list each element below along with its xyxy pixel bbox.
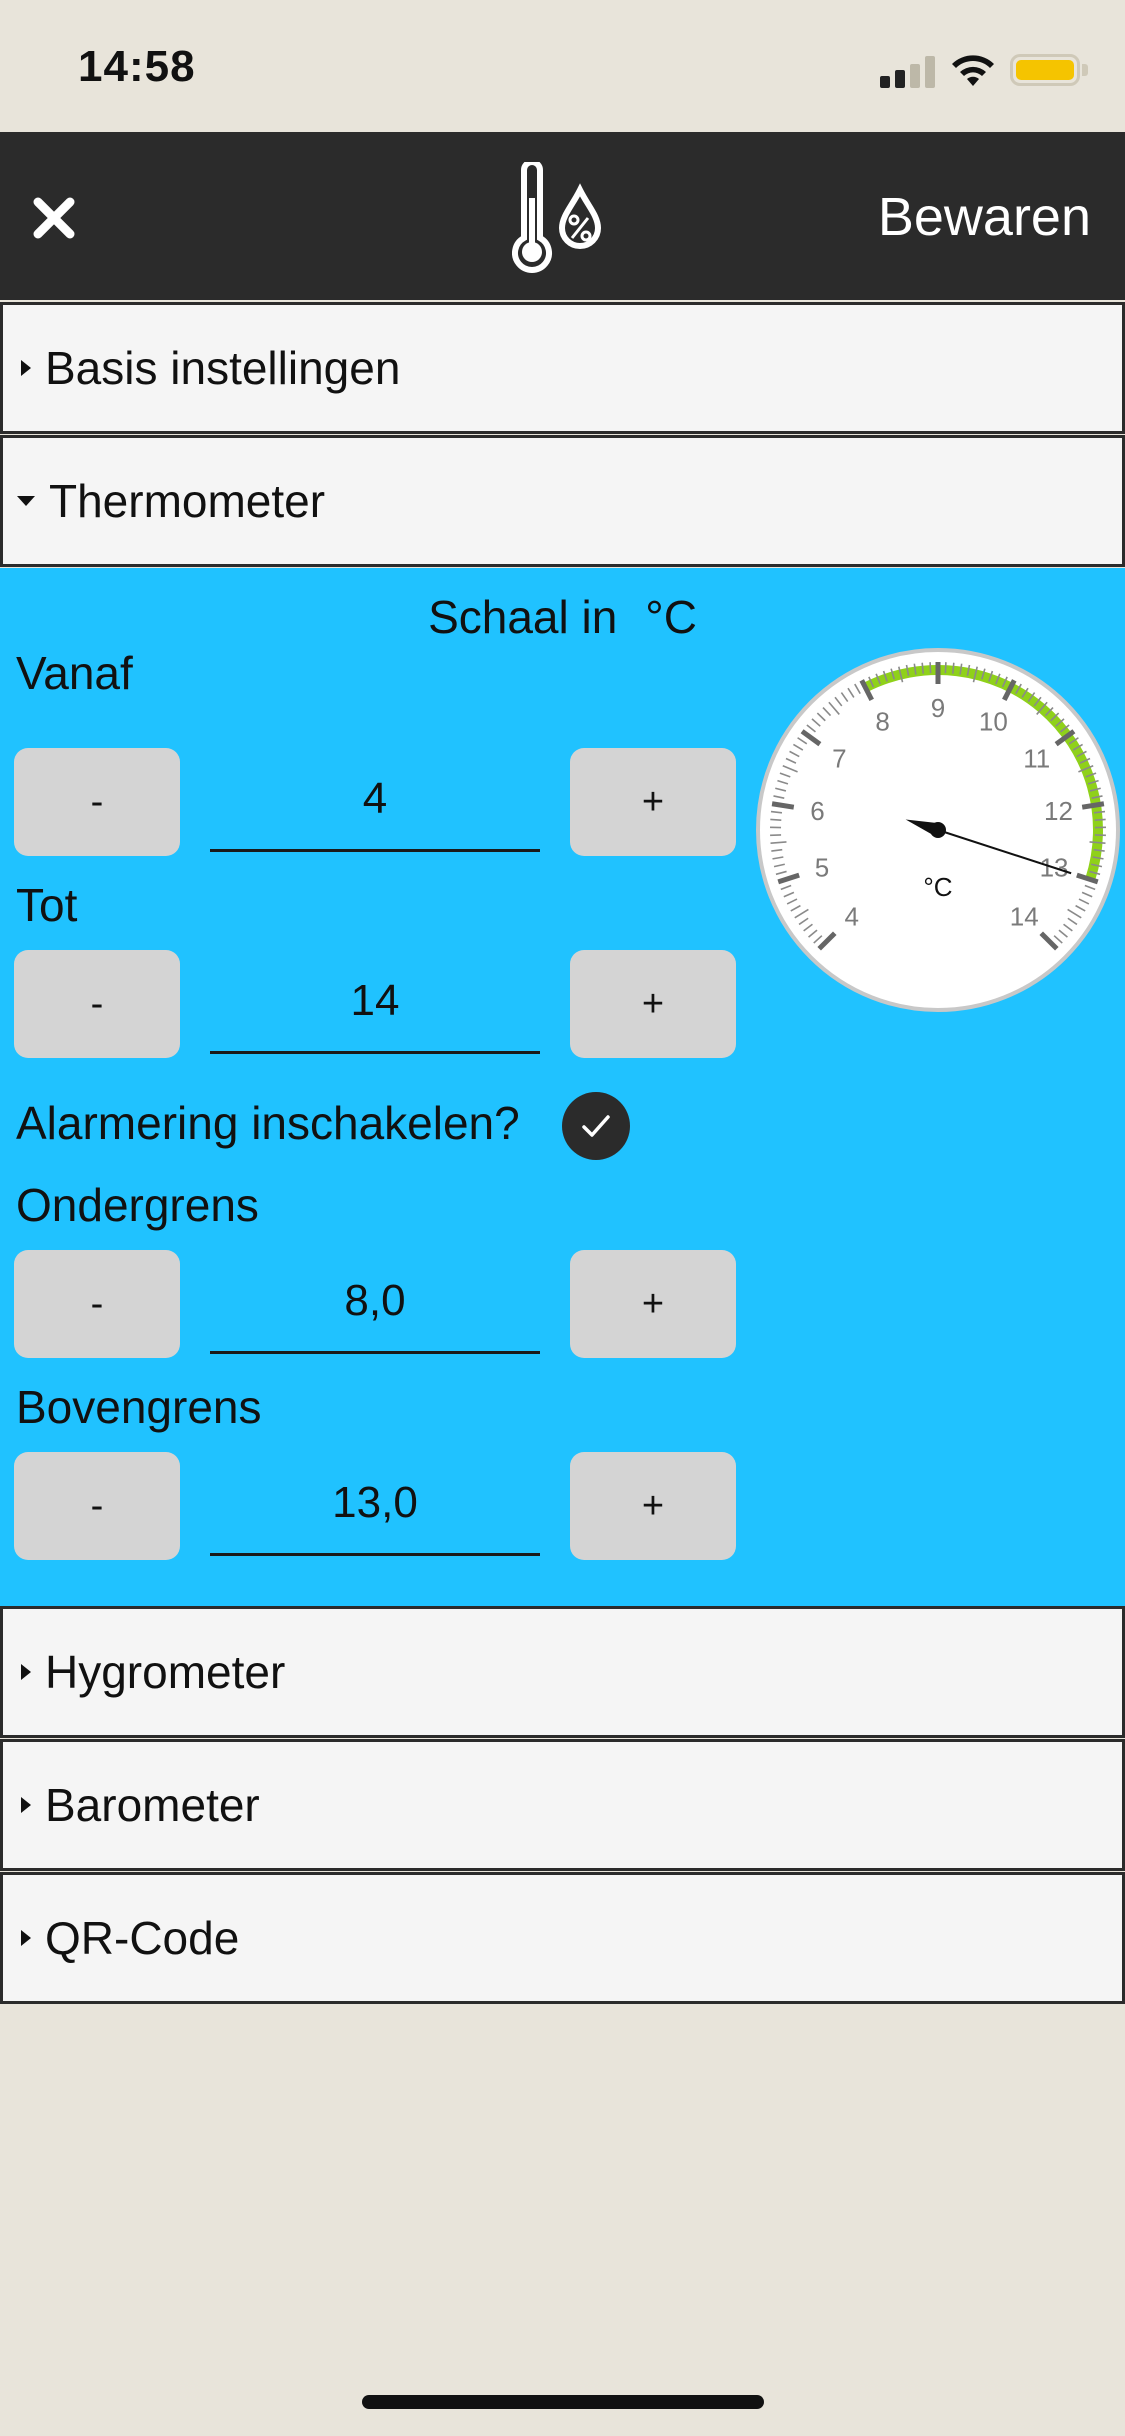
- from-label: Vanaf: [16, 647, 133, 699]
- lower-limit-label: Ondergrens: [16, 1179, 259, 1231]
- alarm-checkbox[interactable]: [562, 1092, 630, 1160]
- caret-right-icon: [21, 1797, 31, 1813]
- to-decrement-button[interactable]: -: [14, 950, 180, 1058]
- caret-right-icon: [21, 360, 31, 376]
- save-button[interactable]: Bewaren: [878, 186, 1091, 248]
- lower-increment-button[interactable]: +: [570, 1250, 736, 1358]
- caret-right-icon: [21, 1664, 31, 1680]
- to-label: Tot: [16, 879, 78, 931]
- gauge-tick-label: 5: [815, 853, 829, 883]
- gauge-tick: [771, 801, 795, 810]
- gauge-tick-label: 12: [1044, 796, 1073, 826]
- scale-label: Schaal in: [428, 591, 618, 643]
- cellular-signal-icon: [880, 56, 936, 88]
- gauge-tick: [944, 662, 947, 674]
- gauge-tick-label: 8: [875, 706, 889, 736]
- section-qr-code[interactable]: QR-Code: [0, 1872, 1125, 2004]
- upper-increment-button[interactable]: +: [570, 1452, 736, 1560]
- close-button[interactable]: [18, 182, 90, 254]
- section-title: QR-Code: [45, 1912, 240, 1964]
- from-value-field[interactable]: 4: [210, 748, 540, 852]
- gauge-tick-label: 10: [979, 706, 1008, 736]
- gauge-tick-label: 11: [1023, 743, 1050, 773]
- upper-limit-label: Bovengrens: [16, 1381, 262, 1433]
- thermometer-gauge: 4567891011121314 °C: [756, 648, 1120, 1012]
- alarm-label: Alarmering inschakelen?: [16, 1097, 520, 1149]
- section-hygrometer[interactable]: Hygrometer: [0, 1606, 1125, 1738]
- gauge-tick: [770, 818, 782, 821]
- checkmark-icon: [582, 1115, 610, 1137]
- home-indicator: [362, 2395, 764, 2409]
- lower-value-field[interactable]: 8,0: [210, 1250, 540, 1354]
- to-increment-button[interactable]: +: [570, 950, 736, 1058]
- scale-title: Schaal in °C: [0, 590, 1125, 644]
- gauge-tick: [1094, 818, 1106, 821]
- gauge-tick-label: 14: [1010, 901, 1039, 931]
- status-bar: 14:58: [0, 0, 1125, 132]
- section-barometer[interactable]: Barometer: [0, 1739, 1125, 1871]
- upper-value-field[interactable]: 13,0: [210, 1452, 540, 1556]
- from-decrement-button[interactable]: -: [14, 748, 180, 856]
- section-title: Hygrometer: [45, 1646, 286, 1698]
- thermometer-panel: Schaal in °C Vanaf - 4 + Tot - 14 + Alarm…: [0, 568, 1125, 1606]
- section-title: Barometer: [45, 1779, 260, 1831]
- section-title: Thermometer: [49, 475, 326, 527]
- caret-down-icon: [17, 496, 35, 506]
- gauge-tick: [929, 662, 932, 674]
- gauge-unit: °C: [923, 872, 952, 902]
- lower-decrement-button[interactable]: -: [14, 1250, 180, 1358]
- status-time: 14:58: [78, 42, 196, 91]
- gauge-tick-label: 6: [810, 796, 824, 826]
- caret-right-icon: [21, 1930, 31, 1946]
- gauge-tick: [1081, 801, 1105, 810]
- gauge-hub: [930, 822, 946, 838]
- to-value-field[interactable]: 14: [210, 950, 540, 1054]
- wifi-icon: [952, 55, 994, 86]
- section-basis-instellingen[interactable]: Basis instellingen: [0, 302, 1125, 434]
- gauge-tick: [921, 662, 925, 674]
- battery-cap: [1082, 64, 1088, 76]
- thermometer-humidity-icon: [512, 162, 602, 273]
- nav-bar: Bewaren: [0, 132, 1125, 300]
- gauge-tick-label: 9: [931, 693, 945, 723]
- scale-unit: °C: [645, 591, 697, 643]
- section-thermometer[interactable]: Thermometer: [0, 435, 1125, 567]
- section-title: Basis instellingen: [45, 342, 401, 394]
- battery-icon: [1010, 54, 1080, 86]
- upper-decrement-button[interactable]: -: [14, 1452, 180, 1560]
- from-increment-button[interactable]: +: [570, 748, 736, 856]
- gauge-tick-label: 4: [844, 901, 858, 931]
- gauge-tick: [951, 662, 955, 674]
- close-icon: [33, 197, 75, 239]
- gauge-tick-label: 7: [832, 743, 846, 773]
